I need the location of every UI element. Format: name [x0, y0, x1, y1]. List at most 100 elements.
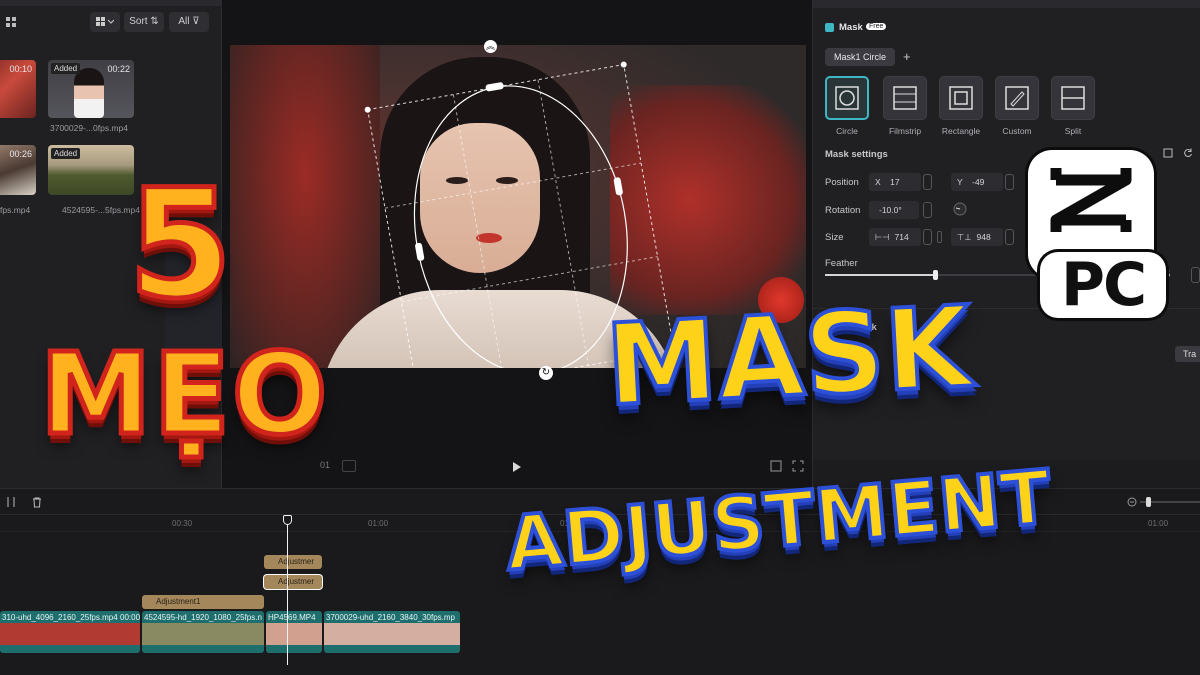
video-clip[interactable]: 3700029-uhd_2160_3840_30fps.mp — [324, 611, 460, 653]
media-filename: fps.mp4 — [0, 205, 31, 215]
add-mask-button[interactable]: + — [903, 49, 911, 64]
clip-name: 4524595-hd_1920_1080_25fps.n — [144, 613, 262, 622]
link-icon[interactable] — [937, 231, 942, 243]
filter-label: All — [178, 16, 190, 27]
media-thumbnail[interactable]: 00:10 — [0, 60, 36, 118]
grid-view-icon[interactable] — [4, 12, 18, 32]
width-icon: ⊢⊣ — [875, 232, 890, 242]
editor-screen: Sort ⇅ All ⊽ 00:10 Added 00:22 3700029-.… — [0, 0, 1200, 675]
sort-label: Sort — [129, 16, 148, 27]
reset-icon[interactable] — [1183, 148, 1193, 158]
adjustment-clip[interactable]: Adjustment1 — [142, 595, 264, 609]
filter-icon: ⊽ — [192, 16, 200, 27]
x-label: X — [875, 177, 881, 187]
position-y-field[interactable]: Y -49 — [951, 173, 1003, 191]
mask-settings-heading: Mask settings — [825, 149, 888, 160]
y-label: Y — [957, 177, 963, 187]
adjustment-clip[interactable]: Adjustmer — [264, 555, 322, 569]
circle-shape-button[interactable] — [825, 76, 869, 120]
frame-marker — [342, 460, 356, 472]
height-value: 948 — [976, 232, 991, 242]
sort-button[interactable]: Sort ⇅ — [124, 12, 164, 32]
added-badge: Added — [51, 63, 81, 74]
inspector-tab-strip — [813, 0, 1200, 8]
free-badge: Free — [866, 23, 887, 30]
shape-label: Split — [1064, 126, 1082, 136]
playhead-handle[interactable] — [283, 515, 292, 525]
height-icon: ⊤⊥ — [957, 232, 972, 242]
delete-icon[interactable] — [32, 497, 42, 508]
playhead[interactable] — [287, 515, 288, 665]
media-toolbar: Sort ⇅ All ⊽ — [0, 10, 222, 36]
timecode: 01 — [320, 460, 331, 470]
thumbnail-duration: 00:26 — [9, 149, 32, 159]
rectangle-shape-button[interactable] — [939, 76, 983, 120]
fullscreen-icon[interactable] — [792, 460, 804, 472]
y-value: -49 — [972, 177, 985, 187]
mask-tab[interactable]: Mask1 Circle — [825, 48, 895, 66]
clip-name: HP4569.MP4 — [268, 613, 316, 622]
thumbnail-duration: 00:22 — [107, 64, 130, 74]
thumbnail-duration: 00:10 — [9, 64, 32, 74]
height-stepper[interactable] — [1005, 229, 1014, 245]
feather-label: Feather — [825, 258, 858, 269]
ruler-label: 01:00 — [368, 519, 389, 528]
media-thumbnail[interactable]: Added 00:22 — [48, 60, 134, 118]
width-value: 714 — [894, 232, 909, 242]
shape-label: Rectangle — [941, 126, 981, 136]
split-shape-button[interactable] — [1051, 76, 1095, 120]
rotate-handle-icon[interactable]: ↻ — [539, 366, 553, 380]
title-tips: MẸO — [37, 328, 330, 463]
ratio-icon[interactable] — [770, 460, 782, 472]
ruler-label: 00:30 — [172, 519, 193, 528]
split-shape-icon — [1061, 86, 1085, 110]
filmstrip-shape-button[interactable] — [883, 76, 927, 120]
video-clip[interactable]: 310-uhd_4096_2160_25fps.mp4 00:00 — [0, 611, 140, 653]
platform-label: PC — [1040, 252, 1166, 318]
shape-label: Circle — [836, 126, 858, 136]
ruler-label: 01:00 — [1148, 519, 1169, 528]
size-height-field[interactable]: ⊤⊥ 948 — [951, 228, 1003, 246]
shape-label: Filmstrip — [888, 126, 922, 136]
position-x-field[interactable]: X 17 — [869, 173, 921, 191]
video-clip[interactable]: HP4569.MP4 — [266, 611, 322, 653]
adjustment-clip-selected[interactable]: Adjustmer — [264, 575, 322, 589]
checkbox-icon[interactable] — [825, 23, 834, 32]
filmstrip-icon — [893, 86, 917, 110]
x-stepper[interactable] — [923, 174, 932, 190]
clip-timecode: 00:00 — [120, 613, 140, 622]
zoom-out-icon[interactable] — [1127, 497, 1137, 507]
play-icon[interactable] — [512, 461, 522, 473]
x-value: 17 — [890, 177, 900, 187]
circle-icon — [835, 86, 859, 110]
media-thumbnail[interactable]: Added — [48, 145, 134, 195]
rotation-stepper[interactable] — [923, 202, 932, 218]
clip-name: 310-uhd_4096_2160_25fps.mp4 — [2, 613, 118, 622]
feather-slider-thumb[interactable] — [933, 270, 938, 280]
feather-stepper[interactable] — [1191, 267, 1200, 283]
zoom-thumb[interactable] — [1146, 497, 1151, 507]
size-width-field[interactable]: ⊢⊣ 714 — [869, 228, 921, 246]
feather-handle-icon[interactable]: ︽ — [484, 40, 497, 53]
media-path-bar — [0, 0, 222, 6]
rotation-dial-icon[interactable] — [953, 202, 967, 216]
mask-section-title: Mask — [839, 22, 863, 33]
added-badge: Added — [51, 148, 81, 159]
y-stepper[interactable] — [1005, 174, 1014, 190]
portrait-image — [74, 68, 104, 118]
media-filename: 3700029-...0fps.mp4 — [50, 123, 128, 133]
rotation-field[interactable]: -10.0° — [869, 201, 919, 219]
size-label: Size — [825, 232, 844, 243]
title-mask: MASK — [601, 281, 977, 434]
split-icon[interactable] — [6, 497, 16, 507]
custom-shape-button[interactable] — [995, 76, 1039, 120]
pen-icon — [1005, 86, 1029, 110]
filter-button[interactable]: All ⊽ — [169, 12, 209, 32]
rectangle-icon — [949, 86, 973, 110]
view-toggle-button[interactable] — [90, 12, 120, 32]
video-clip[interactable]: 4524595-hd_1920_1080_25fps.n — [142, 611, 264, 653]
width-stepper[interactable] — [923, 229, 932, 245]
keyframe-icon[interactable] — [1163, 148, 1173, 158]
media-thumbnail[interactable]: 00:26 — [0, 145, 36, 195]
track-button[interactable]: Tra — [1175, 346, 1200, 362]
